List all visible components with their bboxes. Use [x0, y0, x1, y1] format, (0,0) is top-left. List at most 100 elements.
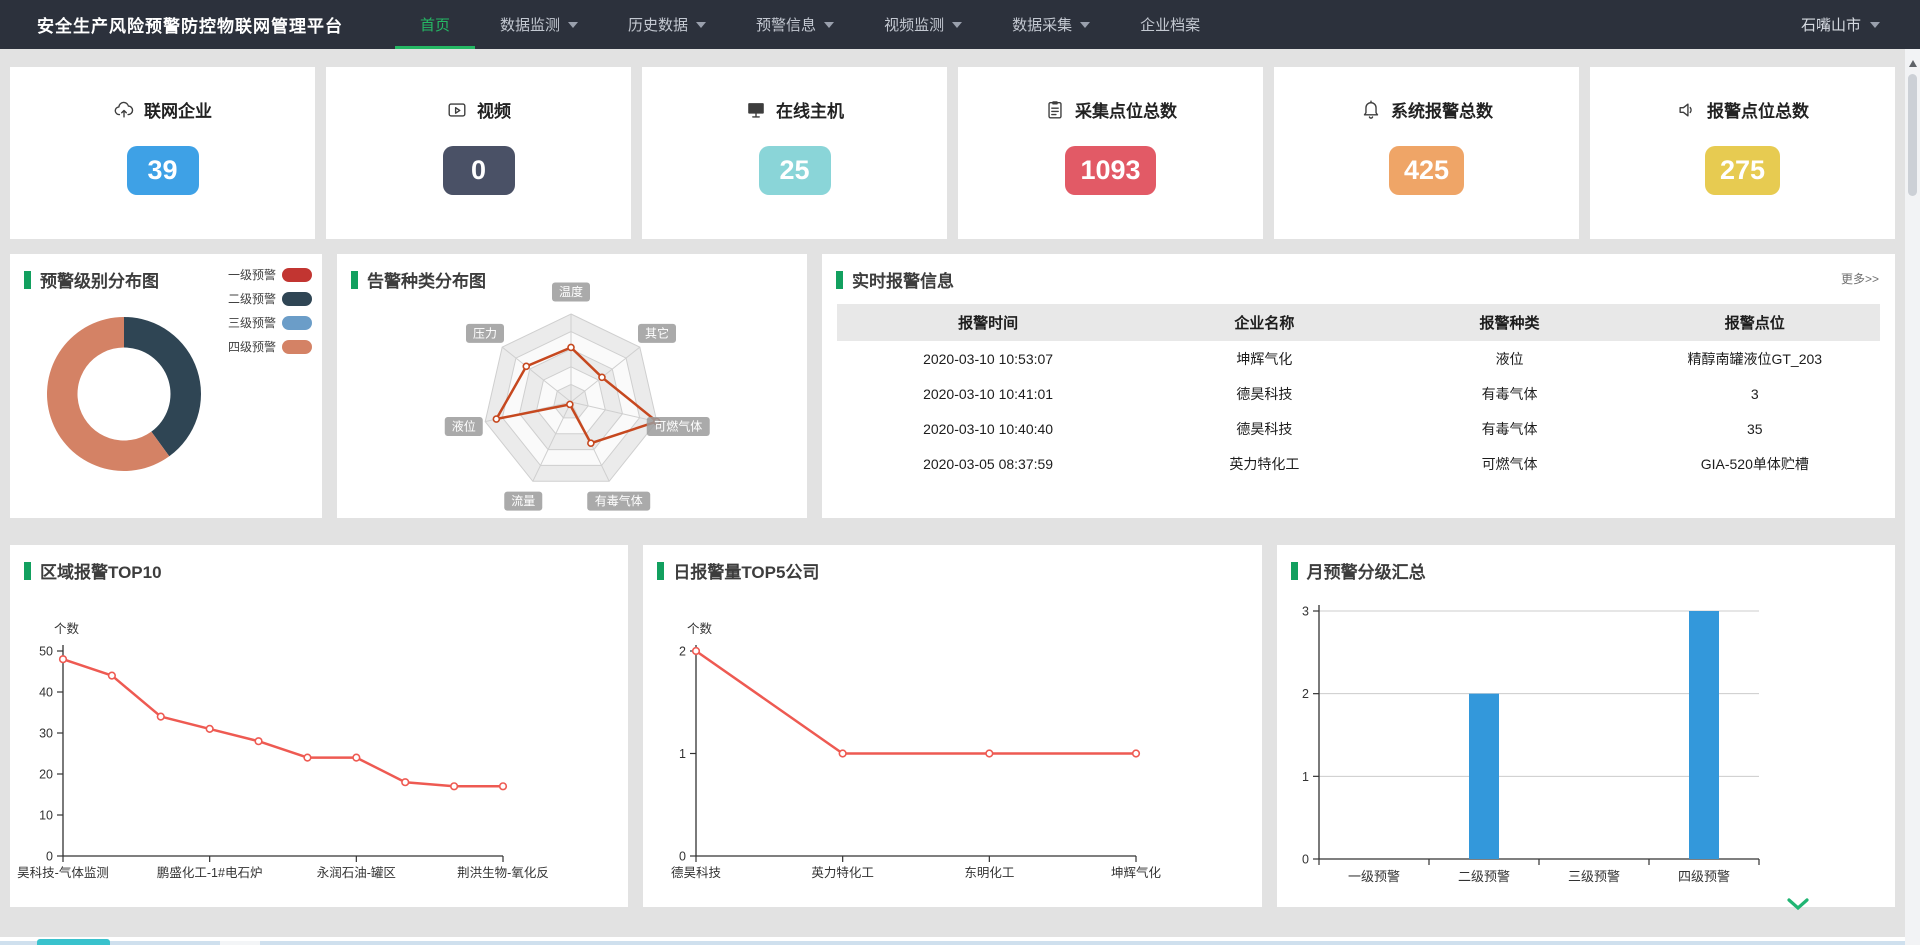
clipboard-icon — [1044, 99, 1066, 121]
svg-text:流量: 流量 — [511, 494, 535, 508]
region-label: 石嘴山市 — [1801, 14, 1861, 35]
radar-axis-label: 流量 — [504, 492, 542, 511]
stat-label: 联网企业 — [144, 97, 212, 122]
legend-swatch — [282, 268, 312, 282]
nav-item-label: 首页 — [420, 14, 450, 35]
next-section-band — [0, 941, 1905, 945]
column-header: 报警时间 — [837, 304, 1139, 341]
svg-text:10: 10 — [39, 809, 53, 823]
next-section-tab — [220, 941, 260, 945]
nav-item-warning-info[interactable]: 预警信息 — [731, 0, 859, 49]
stat-card-connected-enterprises: 联网企业39 — [10, 67, 315, 239]
stat-value-badge: 425 — [1389, 146, 1464, 195]
panel-region-alarm-top10: 区域报警TOP10 个数01020304050昊科技-气体监测鹏盛化工-1#电石… — [10, 545, 628, 907]
svg-text:20: 20 — [39, 768, 53, 782]
panel-daily-alarm-top5: 日报警量TOP5公司 个数012德昊科技英力特化工东明化工坤辉气化 — [643, 545, 1261, 907]
svg-text:荆洪生物-氧化反: 荆洪生物-氧化反 — [457, 866, 549, 880]
nav-item-label: 数据监测 — [500, 14, 560, 35]
table-cell: 坤辉气化 — [1139, 341, 1389, 376]
app-title: 安全生产风险预警防控物联网管理平台 — [37, 12, 343, 37]
nav-item-history-data[interactable]: 历史数据 — [603, 0, 731, 49]
scrollbar-thumb[interactable] — [1908, 74, 1917, 196]
panel-title-text: 实时报警信息 — [852, 267, 954, 292]
svg-text:个数: 个数 — [687, 621, 713, 636]
bottom-row: 区域报警TOP10 个数01020304050昊科技-气体监测鹏盛化工-1#电石… — [10, 545, 1895, 907]
panel-monthly-warning-summary: 月预警分级汇总 0123一级预警二级预警三级预警四级预警 — [1277, 545, 1895, 907]
svg-text:二级预警: 二级预警 — [1458, 869, 1510, 884]
table-cell: 英力特化工 — [1139, 446, 1389, 481]
cloud-upload-icon — [113, 99, 135, 121]
svg-text:四级预警: 四级预警 — [1678, 869, 1730, 884]
svg-text:压力: 压力 — [473, 326, 497, 340]
stat-card-system-alarms-total: 系统报警总数 425 — [1274, 67, 1579, 239]
chevron-down-icon — [1080, 22, 1090, 28]
legend-item[interactable]: 一级预警 — [228, 266, 312, 283]
panel-title: 实时报警信息 — [822, 254, 1895, 292]
stat-value-badge: 0 — [443, 146, 515, 195]
svg-text:50: 50 — [39, 645, 53, 659]
chevron-down-icon — [1870, 22, 1880, 28]
nav-item-data-collection[interactable]: 数据采集 — [987, 0, 1115, 49]
nav-item-data-monitoring[interactable]: 数据监测 — [475, 0, 603, 49]
nav-item-home[interactable]: 首页 — [395, 0, 475, 49]
svg-text:3: 3 — [1302, 605, 1309, 619]
stat-label: 报警点位总数 — [1707, 97, 1809, 122]
svg-text:液位: 液位 — [452, 418, 476, 433]
radar-axis-label: 其它 — [638, 324, 676, 343]
bell-icon — [1360, 99, 1382, 121]
stat-card-header: 报警点位总数 — [1590, 97, 1895, 122]
panel-title: 月预警分级汇总 — [1277, 545, 1895, 583]
panel-title-text: 日报警量TOP5公司 — [673, 558, 819, 583]
table-row: 2020-03-05 08:37:59英力特化工可燃气体GIA-520单体贮槽 — [837, 446, 1880, 481]
table-cell: 液位 — [1390, 341, 1630, 376]
nav-item-label: 企业档案 — [1140, 14, 1200, 35]
donut-chart — [10, 288, 322, 518]
svg-text:德昊科技: 德昊科技 — [671, 865, 722, 880]
scroll-down-chevron-icon[interactable] — [1786, 897, 1810, 917]
scrollbar[interactable] — [1905, 49, 1920, 945]
svg-text:温度: 温度 — [559, 284, 583, 299]
stat-card-header: 采集点位总数 — [958, 97, 1263, 122]
panel-title-text: 区域报警TOP10 — [40, 558, 162, 583]
svg-text:0: 0 — [46, 850, 53, 864]
table-cell: GIA-520单体贮槽 — [1630, 446, 1880, 481]
nav-item-video-monitoring[interactable]: 视频监测 — [859, 0, 987, 49]
radar-chart: 温度其它可燃气体有毒气体流量液位压力 — [341, 282, 801, 514]
navbar: 安全生产风险预警防控物联网管理平台 首页 数据监测 历史数据 预警信息 视频监测 数据采集… — [0, 0, 1920, 49]
table-cell: 精醇南罐液位GT_203 — [1630, 341, 1880, 376]
svg-text:2: 2 — [679, 645, 686, 659]
stat-label: 在线主机 — [776, 97, 844, 122]
scrollbar-up-arrow-icon[interactable] — [1909, 60, 1917, 67]
svg-text:三级预警: 三级预警 — [1568, 869, 1620, 884]
svg-text:其它: 其它 — [645, 325, 669, 340]
monthly-summary-bar-chart: 0123一级预警二级预警三级预警四级预警 — [1285, 581, 1900, 911]
radar-axis-label: 液位 — [445, 417, 483, 436]
svg-text:1: 1 — [679, 747, 686, 761]
stat-card-videos: 视频0 — [326, 67, 631, 239]
stat-label: 系统报警总数 — [1391, 97, 1493, 122]
more-link[interactable]: 更多>> — [1841, 270, 1879, 287]
column-header: 企业名称 — [1139, 304, 1389, 341]
table-cell: 可燃气体 — [1390, 446, 1630, 481]
video-icon — [446, 99, 468, 121]
panel-alarm-type-distribution: 告警种类分布图 温度其它可燃气体有毒气体流量液位压力 — [337, 254, 807, 518]
table-cell: 有毒气体 — [1390, 411, 1630, 446]
title-marker — [657, 562, 664, 580]
stat-card-header: 系统报警总数 — [1274, 97, 1579, 122]
chevron-down-icon — [696, 22, 706, 28]
svg-text:个数: 个数 — [54, 621, 80, 636]
svg-text:2: 2 — [1302, 687, 1309, 701]
stat-card-collection-points-total: 采集点位总数1093 — [958, 67, 1263, 239]
nav-item-label: 历史数据 — [628, 14, 688, 35]
nav-item-label: 视频监测 — [884, 14, 944, 35]
svg-text:昊科技-气体监测: 昊科技-气体监测 — [17, 865, 109, 880]
table-cell: 德昊科技 — [1139, 411, 1389, 446]
title-marker — [836, 271, 843, 289]
table-row: 2020-03-10 10:53:07坤辉气化液位精醇南罐液位GT_203 — [837, 341, 1880, 376]
nav-item-enterprise-archive[interactable]: 企业档案 — [1115, 0, 1225, 49]
title-marker — [24, 562, 31, 580]
region-selector[interactable]: 石嘴山市 — [1801, 14, 1880, 35]
table-cell: 2020-03-10 10:53:07 — [837, 341, 1139, 376]
panel-title: 区域报警TOP10 — [10, 545, 628, 583]
nav-item-label: 数据采集 — [1012, 14, 1072, 35]
